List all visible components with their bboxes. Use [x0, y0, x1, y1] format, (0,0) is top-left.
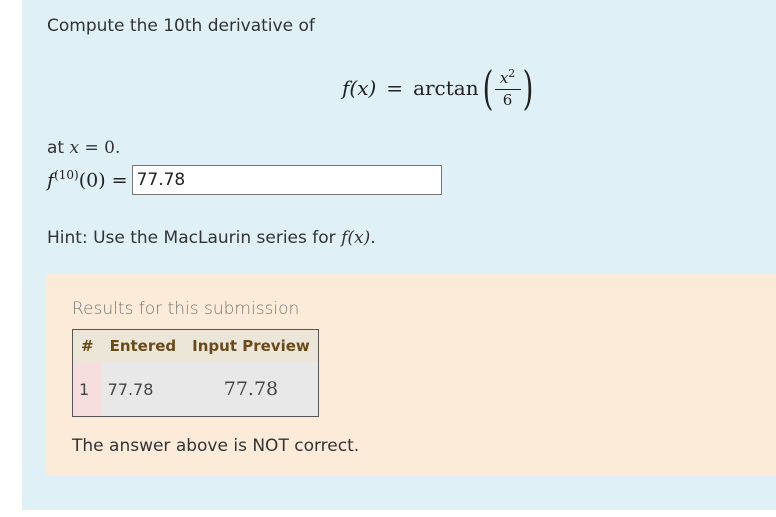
col-preview-header: Input Preview [184, 329, 319, 362]
problem-prompt: Compute the 10th derivative of [47, 16, 315, 36]
results-header-row: # Entered Input Preview [72, 329, 319, 362]
row-index: 1 [72, 362, 102, 417]
results-title: Results for this submission [72, 299, 300, 319]
function-formula: f(x) = arctan ( x2 6 ) [342, 58, 537, 118]
answer-input[interactable] [131, 165, 442, 195]
results-table: # Entered Input Preview 1 77.78 77.78 [72, 329, 319, 417]
formula-equals: = [386, 76, 404, 100]
formula-lhs: f(x) [342, 76, 377, 100]
col-index-header: # [72, 329, 102, 362]
at-variable: x [69, 138, 80, 158]
fraction-numerator: x2 [499, 67, 516, 87]
result-verdict: The answer above is NOT correct. [72, 436, 360, 456]
problem-panel: Compute the 10th derivative of f(x) = ar… [22, 0, 776, 510]
results-panel: Results for this submission # Entered In… [46, 274, 776, 476]
answer-label: f(10)(0) = [47, 168, 128, 192]
formula-function: arctan [413, 76, 479, 100]
fraction-denominator: 6 [502, 90, 513, 109]
col-entered-header: Entered [101, 329, 185, 362]
hint-text: Hint: Use the MacLaurin series for f(x). [47, 228, 376, 248]
at-prefix: at [47, 138, 65, 158]
left-paren: ( [482, 61, 493, 115]
row-entered: 77.78 [107, 379, 154, 399]
row-preview: 77.78 [223, 378, 279, 400]
hint-math: f(x) [341, 228, 371, 248]
fraction: x2 6 [494, 67, 521, 109]
fraction-bar [494, 88, 521, 90]
table-row: 1 77.78 77.78 [72, 362, 319, 417]
evaluation-point: at x = 0. [47, 138, 120, 158]
at-value: = 0. [79, 138, 121, 158]
right-paren: ) [522, 61, 533, 115]
answer-row: f(10)(0) = [47, 163, 442, 197]
